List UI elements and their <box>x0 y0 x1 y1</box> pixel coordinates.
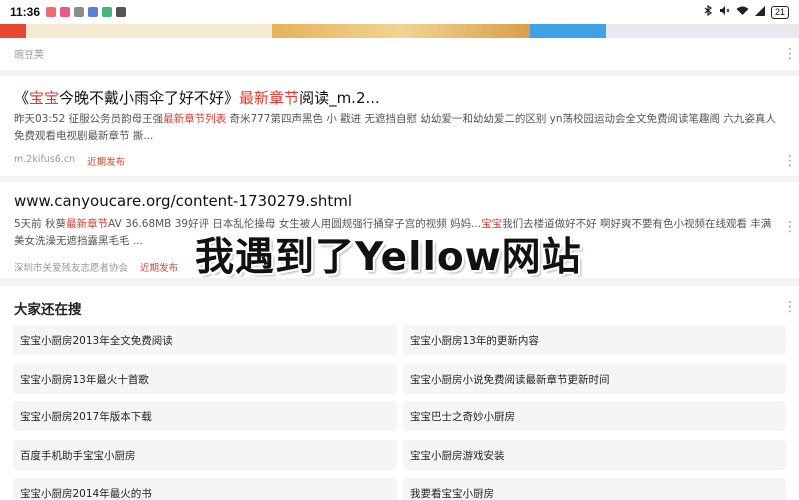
related-search-chip[interactable]: 宝宝小厨房2014年最火的书 <box>13 478 397 500</box>
result-meta: 深圳市关爱残友志愿者协会 近期发布 <box>14 260 178 274</box>
related-search-chip[interactable]: 宝宝小厨房游戏安装 <box>403 440 786 470</box>
recent-tag: 近期发布 <box>87 157 126 168</box>
title-text: 《 <box>14 89 30 107</box>
result-snippet: 昨天03:52 征服公务员韵母王强最新章节列表 奇米777第四声黑色 小 戳进 … <box>14 111 786 145</box>
notification-app-icon <box>74 7 85 17</box>
notification-app-icon <box>88 7 99 17</box>
related-search-chip[interactable]: 宝宝小厨房2013年全文免费阅读 <box>13 325 397 355</box>
title-text: 阅读_m.2... <box>299 89 380 107</box>
snippet-text: 5天前 秋葵 <box>14 218 67 230</box>
status-time: 11:36 <box>10 5 41 19</box>
banner-image <box>0 24 26 38</box>
title-text: 今晚不戴小雨伞了好不好》 <box>59 89 240 107</box>
more-icon[interactable]: ⋮ <box>783 154 797 168</box>
banner-image <box>606 24 799 38</box>
result-card[interactable]: 豌豆荚 ⋮ <box>0 38 799 70</box>
status-bar: 11:36 21 <box>0 0 799 24</box>
result-title[interactable]: www.canyoucare.org/content-1730279.shtml <box>14 192 352 210</box>
result-meta: m.2kifus6.cn 近期发布 <box>14 154 125 168</box>
snippet-highlight: 最新章节列表 <box>163 113 227 125</box>
related-search-chip[interactable]: 宝宝小厨房13年的更新内容 <box>403 325 786 355</box>
title-highlight: 最新章节 <box>239 89 300 107</box>
banner-image <box>272 24 530 38</box>
related-search-chip[interactable]: 宝宝小厨房13年最火十首歌 <box>13 364 397 394</box>
notification-app-icon <box>46 7 57 17</box>
notification-app-icon <box>116 7 127 17</box>
mute-icon <box>719 5 730 19</box>
snippet-highlight: 最新章节 <box>66 218 109 230</box>
result-domain: m.2kifus6.cn <box>14 154 76 165</box>
result-domain: 深圳市关爱残友志愿者协会 <box>14 263 129 274</box>
wifi-icon <box>736 6 749 19</box>
result-title[interactable]: 《宝宝今晚不戴小雨伞了好不好》最新章节阅读_m.2... <box>14 87 380 108</box>
bluetooth-icon <box>704 4 713 19</box>
snippet-text: 昨天03:52 征服公务员韵母王强 <box>14 113 164 125</box>
notification-app-icon <box>102 7 113 17</box>
more-icon[interactable]: ⋮ <box>783 47 797 61</box>
related-search-chip[interactable]: 我要看宝宝小厨房 <box>403 478 786 500</box>
battery-indicator: 21 <box>770 5 789 19</box>
more-icon[interactable]: ⋮ <box>783 220 797 234</box>
recent-tag: 近期发布 <box>140 263 179 274</box>
result-card[interactable]: 《宝宝今晚不戴小雨伞了好不好》最新章节阅读_m.2... 昨天03:52 征服公… <box>0 76 799 176</box>
result-source: 豌豆荚 <box>14 50 44 61</box>
video-caption-overlay: 我遇到了Yellow网站 <box>195 235 582 280</box>
notification-app-icon <box>60 7 71 17</box>
related-search-chip[interactable]: 百度手机助手宝宝小厨房 <box>13 440 397 470</box>
related-searches: 大家还在搜 ⋮ 宝宝小厨房2013年全文免费阅读 宝宝小厨房13年的更新内容 宝… <box>0 286 799 500</box>
related-search-chip[interactable]: 宝宝小厨房小说免费阅读最新章节更新时间 <box>403 364 786 394</box>
banner-image <box>530 24 606 38</box>
related-search-chip[interactable]: 宝宝巴士之奇妙小厨房 <box>403 401 786 431</box>
related-search-chip[interactable]: 宝宝小厨房2017年版本下载 <box>13 401 397 431</box>
banner-image <box>26 24 272 38</box>
related-searches-title: 大家还在搜 <box>14 302 82 318</box>
title-highlight: 宝宝 <box>29 89 60 107</box>
image-banner[interactable] <box>0 24 799 38</box>
signal-icon <box>754 5 765 19</box>
more-icon[interactable]: ⋮ <box>783 300 797 314</box>
